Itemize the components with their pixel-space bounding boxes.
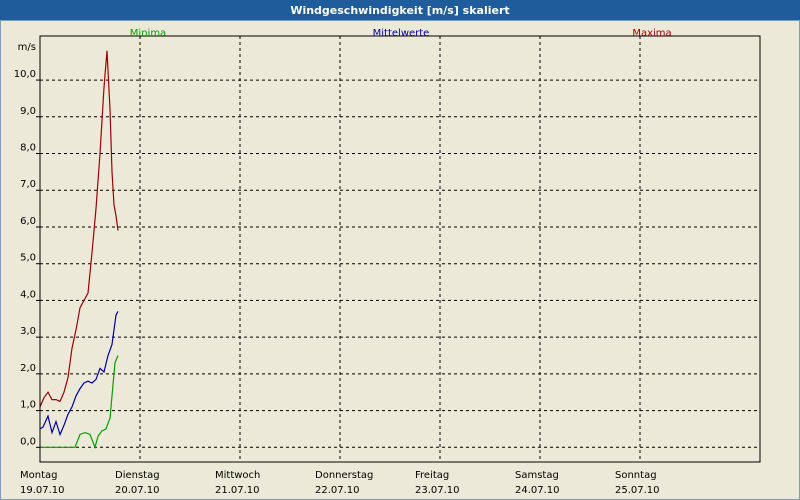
x-tick-date-label: 23.07.10	[415, 485, 460, 496]
x-tick-date-label: 24.07.10	[515, 485, 560, 496]
chart-svg: 0,0 1,0 2,0 3,0 4,0 5,0 6,0 7,0 8,0 9,0 10,0 m/s Mon…	[14, 28, 761, 496]
x-tick-day-label: Donnerstag	[315, 470, 373, 481]
axis-layer: 0,0 1,0 2,0 3,0 4,0 5,0 6,0 7,0 8,0 9,0 10,0 m/s Mon…	[14, 35, 761, 496]
x-tick-date-label: 22.07.10	[315, 485, 360, 496]
y-tick-label: 7,0	[20, 179, 36, 190]
legend-label-minima: Minima	[130, 28, 166, 39]
y-tick-label: 10,0	[14, 69, 36, 80]
legend-label-mittelwerte: Mittelwerte	[373, 28, 430, 39]
legend-layer: Minima Mittelwerte Maxima	[130, 28, 672, 39]
series-line-mittelwerte	[39, 311, 119, 437]
y-tick-label: 2,0	[20, 363, 36, 374]
x-tick-day-label: Samstag	[515, 470, 559, 481]
y-tick-label: 1,0	[20, 400, 36, 411]
x-tick-day-label: Montag	[20, 470, 57, 481]
x-tick-date-label: 19.07.10	[20, 485, 65, 496]
series-layer	[39, 50, 119, 450]
y-tick-label: 4,0	[20, 289, 36, 300]
y-tick-label: 6,0	[20, 216, 36, 227]
plot-area-border	[39, 35, 761, 463]
legend-label-maxima: Maxima	[632, 28, 671, 39]
y-tick-label: 0,0	[20, 436, 36, 447]
grid-layer	[40, 36, 760, 462]
x-tick-day-label: Freitag	[415, 470, 449, 481]
x-tick-date-label: 25.07.10	[615, 485, 660, 496]
x-tick-date-label: 20.07.10	[115, 485, 160, 496]
y-axis-unit-label: m/s	[18, 42, 36, 53]
series-line-maxima	[39, 50, 119, 408]
y-tick-label: 9,0	[20, 106, 36, 117]
x-tick-day-label: Dienstag	[115, 470, 160, 481]
x-tick-day-label: Sonntag	[615, 470, 657, 481]
y-tick-label: 8,0	[20, 143, 36, 154]
y-tick-label: 3,0	[20, 326, 36, 337]
x-tick-date-label: 21.07.10	[215, 485, 260, 496]
y-tick-label: 5,0	[20, 253, 36, 264]
x-tick-day-label: Mittwoch	[215, 470, 260, 481]
